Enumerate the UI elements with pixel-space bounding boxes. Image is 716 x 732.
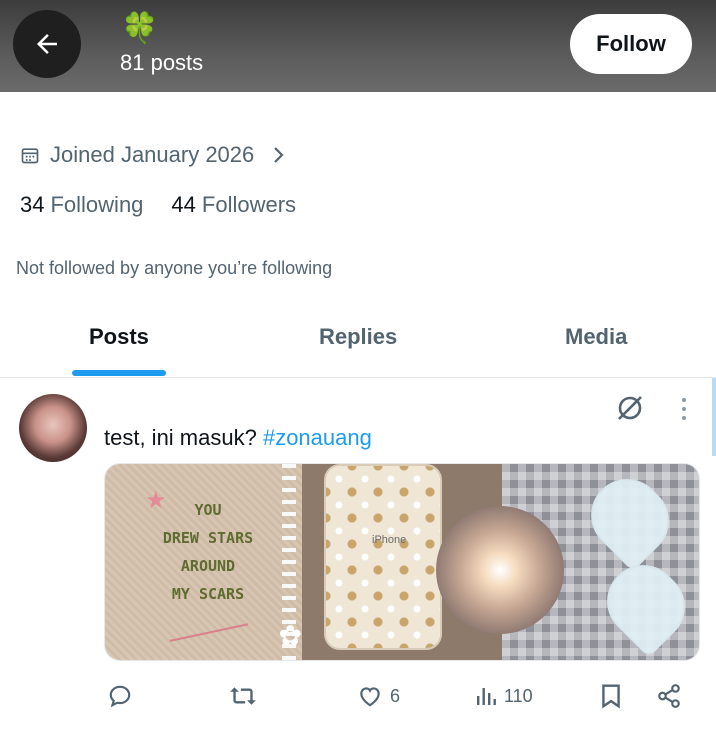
post-actions: 6 110: [0, 674, 716, 718]
views-icon: [477, 688, 496, 705]
not-followed-notice: Not followed by anyone you’re following: [16, 258, 333, 278]
heart-charm: [576, 464, 684, 572]
bookmark-button[interactable]: [600, 678, 622, 714]
bookmark-icon: [602, 684, 620, 709]
back-button[interactable]: [13, 10, 81, 78]
joined-date[interactable]: Joined January 2026: [20, 142, 286, 168]
phone-label: iPhone: [372, 534, 407, 546]
repost-icon: [230, 687, 256, 705]
avatar[interactable]: [19, 394, 87, 462]
media-image-embroidery[interactable]: ★ YOU DREW STARS AROUND MY SCARS ✿: [105, 464, 302, 660]
profile-header: 🍀 81 posts Follow: [0, 0, 716, 92]
calendar-icon: [21, 148, 39, 164]
like-count: 6: [390, 685, 401, 706]
post-count: 81 posts: [120, 50, 204, 75]
grok-icon[interactable]: [614, 392, 646, 424]
tab-posts[interactable]: Posts: [89, 324, 149, 350]
repost-button[interactable]: [228, 678, 258, 714]
profile-tabs: Posts Replies Media: [0, 300, 716, 378]
ribbon-bow-icon: ✿: [278, 620, 302, 651]
post-body: test, ini masuk?: [104, 425, 263, 450]
follow-stats: 34 Following 44 Followers: [20, 192, 296, 218]
following-link[interactable]: 34 Following: [20, 192, 143, 218]
view-count: 110: [504, 685, 533, 706]
like-icon: [360, 687, 380, 707]
share-button[interactable]: [656, 678, 682, 714]
heart-charm: [592, 550, 699, 658]
embroidered-line-3: AROUND: [180, 557, 236, 575]
embroidered-line-2: DREW STARS: [162, 529, 254, 547]
joined-text: Joined January 2026: [50, 142, 255, 167]
embroidered-line-1: YOU: [194, 501, 222, 519]
scroll-indicator: [712, 378, 716, 456]
media-image-phone[interactable]: iPhone: [302, 464, 564, 660]
chevron-right-icon: [274, 147, 284, 163]
reply-button[interactable]: [107, 678, 133, 714]
following-count: 34: [20, 192, 45, 217]
post-media[interactable]: ★ YOU DREW STARS AROUND MY SCARS ✿ iPhon…: [104, 463, 700, 661]
follow-button[interactable]: Follow: [570, 14, 692, 74]
tab-replies[interactable]: Replies: [319, 324, 397, 350]
back-arrow-icon: [37, 34, 57, 54]
following-label: Following: [50, 192, 144, 217]
like-button[interactable]: 6: [356, 678, 400, 714]
glowing-orb: [436, 506, 564, 634]
views-button[interactable]: 110: [474, 678, 533, 714]
more-icon[interactable]: [676, 394, 692, 424]
hashtag-link[interactable]: #zonauang: [263, 425, 372, 450]
tab-media[interactable]: Media: [565, 324, 627, 350]
phone-case: [324, 464, 442, 650]
profile-emoji: 🍀: [121, 12, 159, 45]
followers-link[interactable]: 44 Followers: [171, 192, 296, 218]
followers-count: 44: [171, 192, 196, 217]
reply-icon: [109, 685, 131, 708]
post-text: test, ini masuk? #zonauang: [104, 425, 372, 451]
followers-label: Followers: [201, 192, 297, 217]
post[interactable]: test, ini masuk? #zonauang ★ YOU DREW ST…: [0, 378, 716, 732]
embroidered-text: YOU DREW STARS AROUND MY SCARS: [133, 496, 283, 608]
active-tab-indicator: [72, 370, 166, 376]
share-icon: [658, 684, 680, 708]
